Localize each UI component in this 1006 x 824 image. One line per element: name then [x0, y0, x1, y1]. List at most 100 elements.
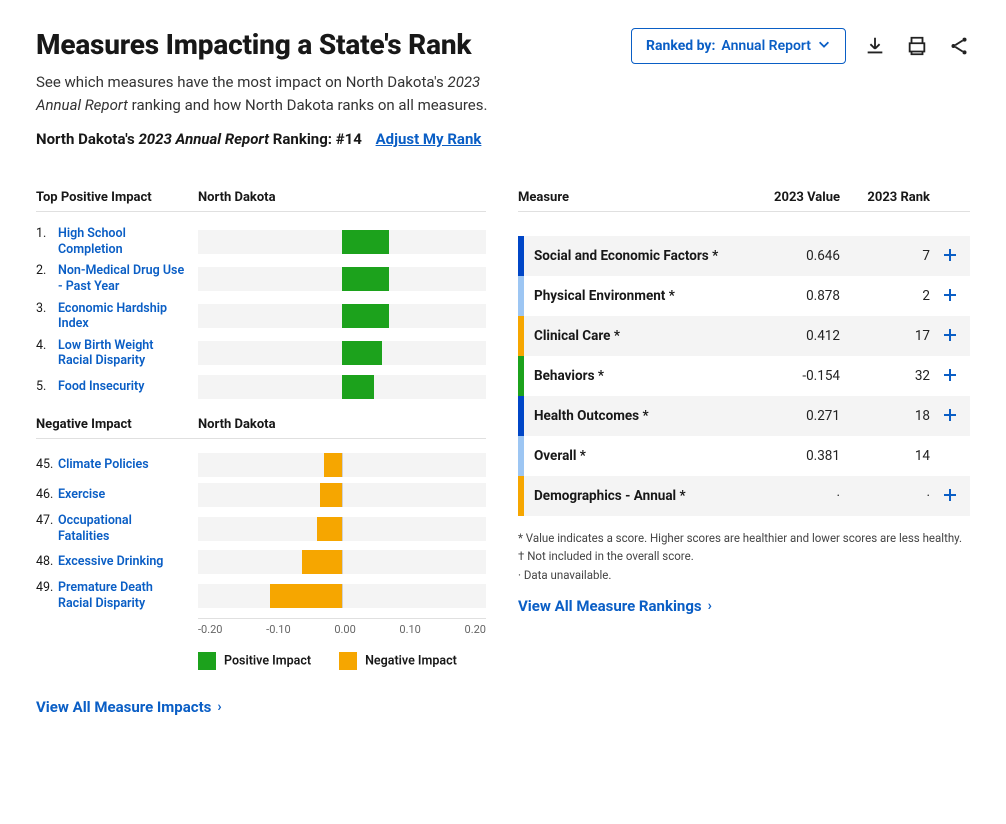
measure-value: 0.271: [750, 408, 840, 424]
adjust-my-rank-link[interactable]: Adjust My Rank: [376, 130, 482, 148]
footnotes: * Value indicates a score. Higher scores…: [518, 530, 970, 584]
legend-negative-swatch: [339, 652, 357, 670]
impact-row: 49.Premature Death Racial Disparity: [36, 580, 486, 611]
page-title: Measures Impacting a State's Rank: [36, 28, 506, 61]
measure-value: 0.646: [750, 248, 840, 264]
header-icons: [864, 35, 970, 57]
impact-measure-link[interactable]: High School Completion: [58, 226, 186, 257]
view-all-rankings-link[interactable]: View All Measure Rankings›: [518, 597, 712, 615]
impact-label: 49.Premature Death Racial Disparity: [36, 580, 186, 611]
header-right: Ranked by: Annual Report: [631, 28, 970, 64]
impact-bar-track: [198, 550, 486, 574]
measures-table-header: Measure 2023 Value 2023 Rank: [518, 190, 970, 212]
measure-row: Health Outcomes *0.27118: [518, 396, 970, 436]
negative-bar: [302, 550, 342, 574]
impact-row: 48.Excessive Drinking: [36, 550, 486, 574]
impact-row: 5.Food Insecurity: [36, 375, 486, 399]
axis-tick: -0.20: [198, 623, 223, 636]
positive-header-label: Top Positive Impact: [36, 190, 186, 205]
impact-measure-link[interactable]: Economic Hardship Index: [58, 301, 186, 332]
impact-row: 45.Climate Policies: [36, 453, 486, 477]
measure-row: Clinical Care *0.41217: [518, 316, 970, 356]
impact-column: Top Positive Impact North Dakota 1.High …: [36, 190, 486, 716]
download-icon[interactable]: [864, 35, 886, 57]
impact-label: 1.High School Completion: [36, 226, 186, 257]
impact-measure-link[interactable]: Occupational Fatalities: [58, 513, 186, 544]
view-all-impacts-link[interactable]: View All Measure Impacts›: [36, 698, 222, 716]
footnote-score: * Value indicates a score. Higher scores…: [518, 530, 970, 547]
measure-name: Demographics - Annual *: [524, 488, 750, 504]
footnote-excluded: † Not included in the overall score.: [518, 548, 970, 565]
ranking-line: North Dakota's 2023 Annual Report Rankin…: [36, 130, 506, 148]
measure-name: Overall *: [524, 448, 750, 464]
measure-rank: 7: [840, 248, 930, 264]
impact-measure-link[interactable]: Excessive Drinking: [58, 554, 163, 570]
measure-row: Behaviors *-0.15432: [518, 356, 970, 396]
chevron-right-icon: ›: [708, 598, 712, 614]
expand-row-icon[interactable]: [930, 244, 970, 268]
measure-rank: 17: [840, 328, 930, 344]
measure-row: Overall *0.38114: [518, 436, 970, 476]
chevron-right-icon: ›: [217, 699, 221, 715]
impact-bar-track: [198, 483, 486, 507]
measure-name: Clinical Care *: [524, 328, 750, 344]
impact-measure-link[interactable]: Low Birth Weight Racial Disparity: [58, 338, 186, 369]
measure-rank: 32: [840, 368, 930, 384]
impact-row: 3.Economic Hardship Index: [36, 301, 486, 332]
print-icon[interactable]: [906, 35, 928, 57]
impact-bar-track: [198, 517, 486, 541]
footnote-unavailable: · Data unavailable.: [518, 567, 970, 584]
impact-label: 4.Low Birth Weight Racial Disparity: [36, 338, 186, 369]
axis-tick: 0.00: [334, 623, 355, 636]
th-value: 2023 Value: [750, 190, 840, 205]
negative-header-label: Negative Impact: [36, 417, 186, 432]
impact-row: 1.High School Completion: [36, 226, 486, 257]
th-expand: [930, 190, 970, 205]
positive-bar: [342, 304, 389, 328]
expand-row-icon[interactable]: [930, 324, 970, 348]
impact-row: 47.Occupational Fatalities: [36, 513, 486, 544]
page-subtitle: See which measures have the most impact …: [36, 71, 506, 116]
impact-measure-link[interactable]: Food Insecurity: [58, 379, 144, 395]
chevron-down-icon: [817, 37, 831, 55]
measure-rank: 14: [840, 448, 930, 464]
measure-value: ·: [750, 488, 840, 504]
state-header-2: North Dakota: [198, 417, 276, 432]
impact-measure-link[interactable]: Non-Medical Drug Use - Past Year: [58, 263, 186, 294]
impact-bar-track: [198, 375, 486, 399]
impact-label: 48.Excessive Drinking: [36, 554, 186, 570]
positive-bar: [342, 267, 389, 291]
impact-row: 4.Low Birth Weight Racial Disparity: [36, 338, 486, 369]
impact-label: 5.Food Insecurity: [36, 379, 186, 395]
measure-rank: ·: [840, 488, 930, 504]
measure-name: Behaviors *: [524, 368, 750, 384]
axis-tick: 0.20: [465, 623, 486, 636]
impact-bar-track: [198, 341, 486, 365]
impact-measure-link[interactable]: Exercise: [58, 487, 105, 503]
impact-bar-track: [198, 267, 486, 291]
ranked-by-select[interactable]: Ranked by: Annual Report: [631, 28, 846, 64]
impact-bar-track: [198, 584, 486, 608]
share-icon[interactable]: [948, 35, 970, 57]
expand-row-icon[interactable]: [930, 284, 970, 308]
impact-label: 45.Climate Policies: [36, 457, 186, 473]
impact-measure-link[interactable]: Climate Policies: [58, 457, 149, 473]
measure-rank: 2: [840, 288, 930, 304]
expand-row-icon[interactable]: [930, 484, 970, 508]
th-measure: Measure: [518, 190, 750, 205]
header-left: Measures Impacting a State's Rank See wh…: [36, 28, 506, 148]
impact-bar-track: [198, 230, 486, 254]
impact-row: 46.Exercise: [36, 483, 486, 507]
impact-measure-link[interactable]: Premature Death Racial Disparity: [58, 580, 186, 611]
expand-row-icon[interactable]: [930, 404, 970, 428]
negative-bar: [317, 517, 342, 541]
measure-name: Physical Environment *: [524, 288, 750, 304]
negative-bar: [324, 453, 342, 477]
impact-label: 3.Economic Hardship Index: [36, 301, 186, 332]
expand-row-icon[interactable]: [930, 364, 970, 388]
impact-legend: Positive Impact Negative Impact: [198, 652, 486, 670]
header-row: Measures Impacting a State's Rank See wh…: [36, 28, 970, 148]
negative-section-header: Negative Impact North Dakota: [36, 417, 486, 439]
measure-name: Social and Economic Factors *: [524, 248, 750, 264]
positive-section-header: Top Positive Impact North Dakota: [36, 190, 486, 212]
